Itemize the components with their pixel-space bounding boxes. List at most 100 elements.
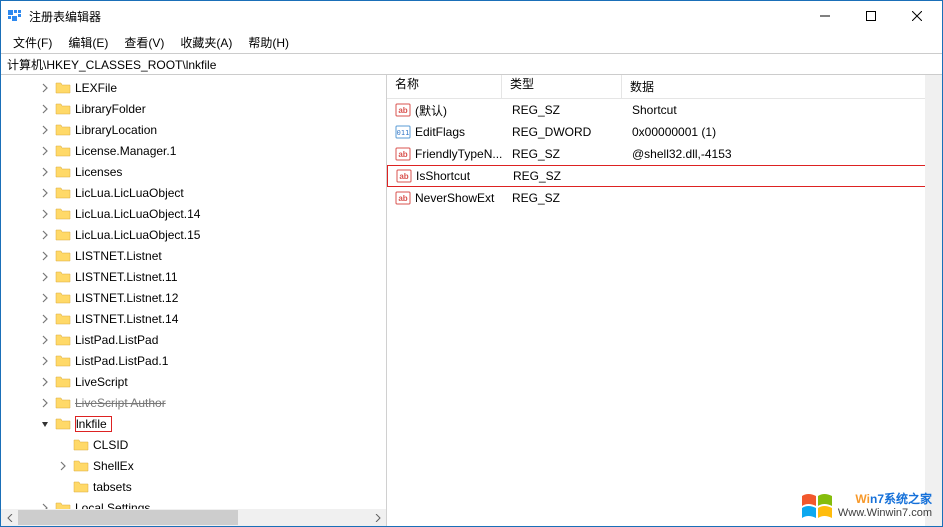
tree-item-listnet-listnet-14[interactable]: LISTNET.Listnet.14 — [1, 308, 386, 329]
maximize-button[interactable] — [848, 1, 894, 31]
menu-edit[interactable]: 编辑(E) — [62, 32, 114, 53]
tree-label: LISTNET.Listnet.14 — [75, 312, 178, 326]
minimize-button[interactable] — [802, 1, 848, 31]
tree-label: LiveScript — [75, 375, 128, 389]
watermark: Win7系统之家 Www.Winwin7.com — [798, 486, 932, 522]
values-list[interactable]: ab(默认)REG_SZShortcut011EditFlagsREG_DWOR… — [387, 99, 942, 209]
expander-icon[interactable] — [55, 437, 71, 453]
menu-help[interactable]: 帮助(H) — [242, 32, 295, 53]
expander-icon[interactable] — [37, 227, 53, 243]
expander-icon[interactable] — [37, 122, 53, 138]
tree-item-librarylocation[interactable]: LibraryLocation — [1, 119, 386, 140]
tree-item-listnet-listnet-12[interactable]: LISTNET.Listnet.12 — [1, 287, 386, 308]
folder-icon — [55, 185, 71, 201]
tree-label: LISTNET.Listnet.11 — [75, 270, 178, 284]
registry-tree[interactable]: LEXFileLibraryFolderLibraryLocation Licen… — [1, 75, 386, 509]
expander-icon[interactable] — [37, 185, 53, 201]
expander-icon[interactable] — [37, 416, 53, 432]
tree-item-shellex[interactable]: ShellEx — [1, 455, 386, 476]
folder-icon — [73, 479, 89, 495]
string-value-icon: ab — [395, 190, 411, 206]
folder-icon — [55, 416, 71, 432]
tree-label: ListPad.ListPad.1 — [75, 354, 168, 368]
values-vertical-scrollbar[interactable] — [925, 75, 942, 526]
tree-item-license-manager-1[interactable]: License.Manager.1 — [1, 140, 386, 161]
menu-favorites[interactable]: 收藏夹(A) — [174, 32, 238, 53]
tree-item-local-settings[interactable]: Local Settings — [1, 497, 386, 509]
expander-icon[interactable] — [37, 143, 53, 159]
tree-item-libraryfolder[interactable]: LibraryFolder — [1, 98, 386, 119]
expander-icon[interactable] — [37, 101, 53, 117]
tree-item-listnet-listnet[interactable]: LISTNET.Listnet — [1, 245, 386, 266]
expander-icon[interactable] — [37, 269, 53, 285]
tree-item-clsid[interactable]: CLSID — [1, 434, 386, 455]
tree-item-tabsets[interactable]: tabsets — [1, 476, 386, 497]
expander-icon[interactable] — [37, 164, 53, 180]
tree-label: LISTNET.Listnet.12 — [75, 291, 178, 305]
tree-item-liclua-licluaobject-14[interactable]: LicLua.LicLuaObject.14 — [1, 203, 386, 224]
value-row-----[interactable]: ab(默认)REG_SZShortcut — [387, 99, 942, 121]
tree-item-livescript-author[interactable]: LiveScript Author — [1, 392, 386, 413]
value-type: REG_SZ — [513, 169, 633, 183]
folder-icon — [55, 374, 71, 390]
tree-label: License.Manager.1 — [75, 144, 176, 158]
column-data[interactable]: 数据 — [622, 78, 942, 95]
expander-icon[interactable] — [37, 248, 53, 264]
folder-icon — [55, 143, 71, 159]
watermark-line2: Www.Winwin7.com — [838, 507, 932, 519]
folder-icon — [73, 458, 89, 474]
expander-icon[interactable] — [55, 479, 71, 495]
window-title: 注册表编辑器 — [29, 8, 802, 25]
expander-icon[interactable] — [37, 332, 53, 348]
regedit-icon — [7, 8, 23, 24]
string-value-icon: ab — [396, 168, 412, 184]
value-row-friendlytypen---[interactable]: abFriendlyTypeN...REG_SZ@shell32.dll,-41… — [387, 143, 942, 165]
menu-bar: 文件(F) 编辑(E) 查看(V) 收藏夹(A) 帮助(H) — [1, 31, 942, 53]
svg-text:ab: ab — [398, 194, 407, 203]
column-type[interactable]: 类型 — [502, 75, 622, 98]
expander-icon[interactable] — [37, 80, 53, 96]
expander-icon[interactable] — [37, 500, 53, 510]
tree-item-livescript[interactable]: LiveScript — [1, 371, 386, 392]
tree-item-listpad-listpad[interactable]: ListPad.ListPad — [1, 329, 386, 350]
value-row-nevershowext[interactable]: abNeverShowExtREG_SZ — [387, 187, 942, 209]
expander-icon[interactable] — [37, 311, 53, 327]
tree-item-liclua-licluaobject[interactable]: LicLua.LicLuaObject — [1, 182, 386, 203]
tree-label: LicLua.LicLuaObject — [75, 186, 184, 200]
svg-text:ab: ab — [398, 150, 407, 159]
scroll-left-icon[interactable] — [1, 509, 18, 526]
folder-icon — [55, 353, 71, 369]
folder-icon — [55, 269, 71, 285]
expander-icon[interactable] — [55, 458, 71, 474]
tree-item-liclua-licluaobject-15[interactable]: LicLua.LicLuaObject.15 — [1, 224, 386, 245]
address-bar[interactable]: 计算机\HKEY_CLASSES_ROOT\lnkfile — [1, 53, 942, 75]
svg-text:ab: ab — [398, 106, 407, 115]
string-value-icon: ab — [395, 102, 411, 118]
tree-item-licenses[interactable]: Licenses — [1, 161, 386, 182]
value-row-isshortcut[interactable]: abIsShortcutREG_SZ — [387, 165, 942, 187]
tree-horizontal-scrollbar[interactable] — [1, 509, 386, 526]
tree-item-listpad-listpad-1[interactable]: ListPad.ListPad.1 — [1, 350, 386, 371]
menu-file[interactable]: 文件(F) — [7, 32, 58, 53]
expander-icon[interactable] — [37, 395, 53, 411]
expander-icon[interactable] — [37, 374, 53, 390]
close-button[interactable] — [894, 1, 940, 31]
tree-item-lexfile[interactable]: LEXFile — [1, 77, 386, 98]
binary-value-icon: 011 — [395, 124, 411, 140]
value-row-editflags[interactable]: 011EditFlagsREG_DWORD0x00000001 (1) — [387, 121, 942, 143]
tree-item-listnet-listnet-11[interactable]: LISTNET.Listnet.11 — [1, 266, 386, 287]
scroll-right-icon[interactable] — [369, 509, 386, 526]
folder-icon — [55, 311, 71, 327]
column-headers: 名称 类型 数据 — [387, 75, 942, 99]
tree-label: LiveScript Author — [75, 396, 166, 410]
value-type: REG_SZ — [512, 147, 632, 161]
scrollbar-thumb[interactable] — [18, 510, 238, 525]
expander-icon[interactable] — [37, 353, 53, 369]
expander-icon[interactable] — [37, 206, 53, 222]
tree-item-lnkfile[interactable]: lnkfile — [1, 413, 386, 434]
tree-label: ShellEx — [93, 459, 134, 473]
expander-icon[interactable] — [37, 290, 53, 306]
value-name: FriendlyTypeN... — [415, 147, 512, 161]
menu-view[interactable]: 查看(V) — [118, 32, 170, 53]
column-name[interactable]: 名称 — [387, 75, 502, 98]
